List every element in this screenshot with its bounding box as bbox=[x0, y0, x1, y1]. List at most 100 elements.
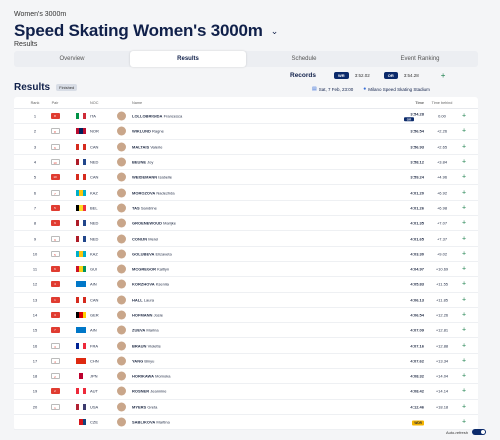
time-cell: 3:59.24 bbox=[394, 175, 424, 180]
athlete-name[interactable]: ZUEVA Marina bbox=[132, 328, 159, 333]
table-row[interactable]: 1 8 ITA LOLLOBRIGIDA Francesca 3:54.28 OR 0.00… bbox=[14, 109, 478, 125]
lane-badge: 10 bbox=[50, 159, 60, 166]
col-rank[interactable]: Rank bbox=[28, 101, 42, 105]
expand-row-icon[interactable]: + bbox=[462, 296, 466, 303]
lane-badge: 2 bbox=[50, 373, 60, 380]
time-value: 4:04.97 bbox=[410, 266, 424, 272]
expand-row-icon[interactable]: + bbox=[462, 403, 466, 410]
expand-row-icon[interactable]: + bbox=[462, 266, 466, 273]
table-row[interactable]: 18 2 JPN HORIKAWA Momoka 4:08.32 +14.04 + bbox=[14, 369, 478, 385]
athlete-name[interactable]: SABLIKOVA Martina bbox=[132, 420, 170, 425]
pair-cell: 9 bbox=[50, 220, 60, 227]
auto-refresh-toggle[interactable] bbox=[472, 429, 486, 435]
expand-row-icon[interactable]: + bbox=[462, 143, 466, 150]
table-row[interactable]: 14 3 GER HOFMANN Josie 4:06.54 +12.26 + bbox=[14, 308, 478, 324]
rank-cell: 14 bbox=[32, 312, 38, 318]
title-row: Speed Skating Women's 3000m ⌄ bbox=[14, 21, 278, 41]
expand-row-icon[interactable]: + bbox=[462, 373, 466, 380]
table-row[interactable]: 5 10 CAN WEIDEMANN Isabelle 3:59.24 +4.96 + bbox=[14, 170, 478, 186]
tab-schedule[interactable]: Schedule bbox=[246, 51, 362, 67]
athlete-surname: CONIJN bbox=[132, 236, 148, 242]
expand-row-icon[interactable]: + bbox=[462, 419, 466, 426]
table-row[interactable]: 12 4 AIN KORZHOVA Kseniia 4:05.83 +11.55 + bbox=[14, 277, 478, 293]
rank-cell: 15 bbox=[32, 327, 38, 333]
expand-row-icon[interactable]: + bbox=[462, 281, 466, 288]
table-row[interactable]: 6 7 KAZ MOROZOVA Nadezhda 4:01.20 +6.92 + bbox=[14, 185, 478, 201]
expand-row-icon[interactable]: + bbox=[462, 312, 466, 319]
breadcrumb[interactable]: Women's 3000m bbox=[14, 11, 66, 18]
time-cell: 4:07.16 bbox=[394, 343, 424, 348]
athlete-name[interactable]: LOLLOBRIGIDA Francesca bbox=[132, 114, 182, 119]
table-row[interactable]: 4 10 NED BEUNE Joy 3:58.12 +3.84 + bbox=[14, 155, 478, 171]
table-row[interactable]: 11 6 GUI MCGREGOR Kaitlyn 4:04.97 +10.69 + bbox=[14, 262, 478, 278]
col-time[interactable]: Time bbox=[394, 101, 424, 105]
expand-row-icon[interactable]: + bbox=[462, 204, 466, 211]
athlete-name[interactable]: ROSNER Jeannine bbox=[132, 389, 167, 394]
athlete-avatar bbox=[117, 386, 126, 396]
athlete-name[interactable]: KORZHOVA Kseniia bbox=[132, 282, 169, 287]
time-value: 3:58.12 bbox=[410, 159, 424, 165]
col-pair[interactable]: Pair bbox=[50, 101, 60, 105]
location-pin-icon: ● bbox=[363, 86, 367, 92]
athlete-name[interactable]: HORIKAWA Momoka bbox=[132, 374, 170, 379]
expand-row-icon[interactable]: + bbox=[462, 388, 466, 395]
expand-row-icon[interactable]: + bbox=[462, 327, 466, 334]
athlete-name[interactable]: MALTAIS Valerie bbox=[132, 144, 162, 149]
athlete-name[interactable]: TAS Sandrine bbox=[132, 205, 157, 210]
athlete-name[interactable]: WEIDEMANN Isabelle bbox=[132, 175, 172, 180]
table-row[interactable]: 17 4 CHN YANG Binyu 4:07.62 +13.34 + bbox=[14, 354, 478, 370]
athlete-name[interactable]: MOROZOVA Nadezhda bbox=[132, 190, 175, 195]
table-row[interactable]: 16 3 FRA BRAUN Violette 4:07.16 +12.88 + bbox=[14, 338, 478, 354]
athlete-name[interactable]: HOFMANN Josie bbox=[132, 313, 163, 318]
athlete-name[interactable]: GOLUBEVA Elizaveta bbox=[132, 251, 172, 256]
table-row[interactable]: 19 2 AUT ROSNER Jeannine 4:08.42 +14.14 + bbox=[14, 384, 478, 400]
auto-refresh: Auto-refresh bbox=[446, 429, 486, 435]
expand-row-icon[interactable]: + bbox=[462, 342, 466, 349]
expand-row-icon[interactable]: + bbox=[462, 159, 466, 166]
athlete-name[interactable]: MCGREGOR Kaitlyn bbox=[132, 267, 169, 272]
athlete-name[interactable]: YANG Binyu bbox=[132, 358, 154, 363]
lane-badge: 7 bbox=[50, 189, 60, 196]
athlete-surname: KORZHOVA bbox=[132, 281, 155, 287]
expand-row-icon[interactable]: + bbox=[462, 174, 466, 181]
table-row[interactable]: 2 8 NOR WIKLUND Ragne 3:56.54 +2.26 + bbox=[14, 124, 478, 140]
athlete-name[interactable]: MYERS Greta bbox=[132, 404, 157, 409]
athlete-avatar bbox=[117, 402, 126, 412]
noc-cell: FRA bbox=[90, 343, 98, 349]
expand-row-icon[interactable]: + bbox=[462, 189, 466, 196]
time-value: 4:01.35 bbox=[410, 220, 424, 226]
table-row[interactable]: 9 9 NED CONIJN Merel 4:01.65 +7.37 + bbox=[14, 231, 478, 247]
tab-results[interactable]: Results bbox=[130, 51, 246, 67]
table-row[interactable]: CZE SABLIKOVA Martina WDR + bbox=[14, 415, 478, 431]
expand-row-icon[interactable]: + bbox=[462, 220, 466, 227]
athlete-name[interactable]: GROENEWOUD Marijke bbox=[132, 221, 176, 226]
table-row[interactable]: 15 7 AIN ZUEVA Marina 4:07.09 +12.81 + bbox=[14, 323, 478, 339]
col-time-behind[interactable]: Time behind bbox=[430, 101, 454, 105]
table-row[interactable]: 10 5 KAZ GOLUBEVA Elizaveta 4:03.30 +9.02 + bbox=[14, 247, 478, 262]
athlete-surname: HOFMANN bbox=[132, 312, 153, 318]
athlete-name[interactable]: BEUNE Joy bbox=[132, 160, 153, 165]
lane-badge: 5 bbox=[50, 204, 60, 211]
expand-row-icon[interactable]: + bbox=[462, 357, 466, 364]
athlete-name[interactable]: WIKLUND Ragne bbox=[132, 129, 164, 134]
athlete-name[interactable]: HALL Laura bbox=[132, 297, 154, 302]
col-noc[interactable]: NOC bbox=[90, 101, 98, 105]
table-row[interactable]: 13 1 CAN HALL Laura 4:06.13 +11.85 + bbox=[14, 293, 478, 308]
table-row[interactable]: 20 1 USA MYERS Greta 4:12.46 +18.18 + bbox=[14, 400, 478, 415]
table-row[interactable]: 7 5 BEL TAS Sandrine 4:01.26 +6.98 + bbox=[14, 201, 478, 217]
athlete-firstname: Laura bbox=[143, 297, 155, 303]
flag-icon bbox=[76, 357, 86, 364]
expand-row-icon[interactable]: + bbox=[462, 235, 466, 242]
expand-row-icon[interactable]: + bbox=[462, 250, 466, 257]
tab-event-ranking[interactable]: Event Ranking bbox=[362, 51, 478, 67]
tab-overview[interactable]: Overview bbox=[14, 51, 130, 67]
table-row[interactable]: 8 9 NED GROENEWOUD Marijke 4:01.35 +7.07 + bbox=[14, 216, 478, 232]
table-row[interactable]: 3 6 CAN MALTAIS Valerie 3:56.93 +2.65 + bbox=[14, 140, 478, 155]
athlete-name[interactable]: CONIJN Merel bbox=[132, 236, 158, 241]
athlete-name[interactable]: BRAUN Violette bbox=[132, 343, 161, 348]
expand-row-icon[interactable]: + bbox=[462, 128, 466, 135]
col-name[interactable]: Name bbox=[132, 101, 142, 105]
expand-records-icon[interactable]: + bbox=[441, 71, 446, 80]
chevron-down-icon[interactable]: ⌄ bbox=[271, 26, 279, 37]
expand-row-icon[interactable]: + bbox=[462, 113, 466, 120]
